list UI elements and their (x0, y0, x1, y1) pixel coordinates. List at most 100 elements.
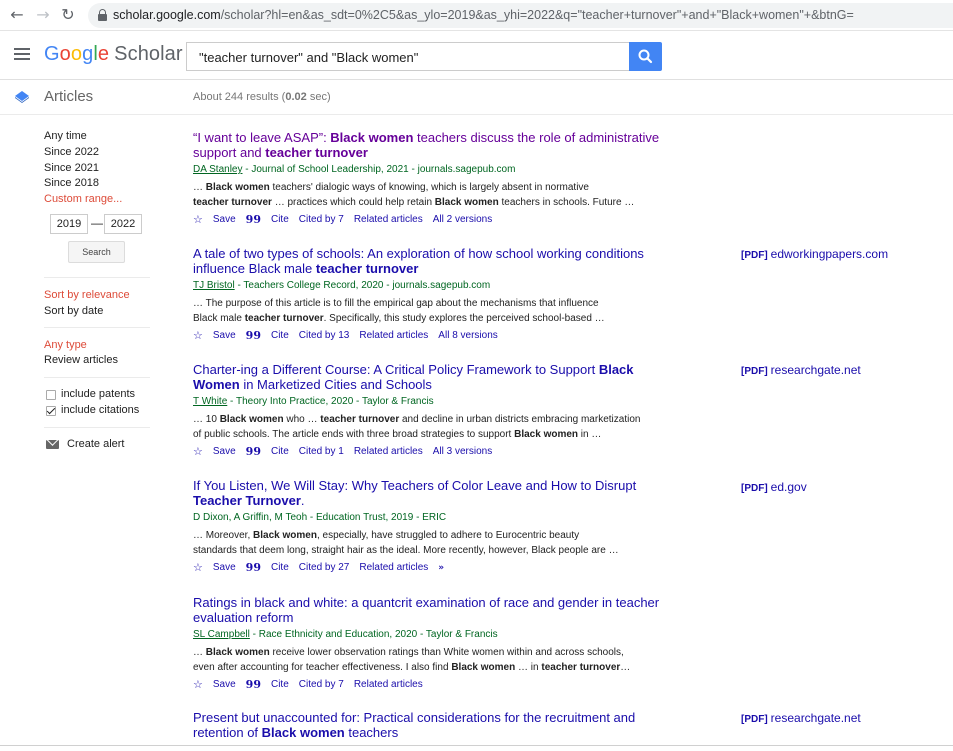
result-item: Present but unaccounted for: Practical c… (193, 710, 733, 740)
author-link[interactable]: TJ Bristol (193, 280, 235, 291)
result-title-link[interactable]: A tale of two types of schools: An explo… (193, 246, 733, 276)
text-run: “I want to leave ASAP”: (193, 130, 331, 145)
google-scholar-logo[interactable]: Google Scholar (44, 43, 183, 66)
cite-link[interactable]: 99 Cite (246, 213, 289, 226)
create-alert-link[interactable]: Create alert (67, 438, 124, 450)
highlighted-term: Black women (434, 197, 499, 208)
author-link[interactable]: DA Stanley (193, 164, 242, 175)
text-run: Charter-ing a Different Course: A Critic… (193, 362, 599, 377)
save-link[interactable]: ☆ Save (193, 213, 236, 226)
result-title-link[interactable]: “I want to leave ASAP”: Black women teac… (193, 130, 733, 160)
result-snippet: … Moreover, Black women, especially, hav… (193, 528, 733, 558)
filter-custom-range[interactable]: Custom range... (44, 193, 122, 205)
sort-by-relevance[interactable]: Sort by relevance (44, 289, 130, 301)
back-arrow-icon[interactable]: ← (8, 6, 26, 24)
url-text: scholar.google.com/scholar?hl=en&as_sdt=… (113, 8, 854, 22)
result-authors: DA Stanley - Journal of School Leadershi… (193, 164, 516, 175)
cited-by-link[interactable]: Cited by 27 (299, 562, 350, 573)
related-articles-link[interactable]: Related articles (354, 446, 423, 457)
menu-icon[interactable] (14, 48, 30, 60)
text-run: in Marketized Cities and Schools (239, 377, 432, 392)
cited-by-link[interactable]: Cited by 1 (299, 446, 344, 457)
result-title-link[interactable]: Ratings in black and white: a quantcrit … (193, 595, 733, 625)
text-run: … (193, 647, 206, 658)
highlighted-term: teacher turnover (265, 145, 368, 160)
result-title-link[interactable]: Present but unaccounted for: Practical c… (193, 710, 733, 740)
all-versions-link[interactable]: All 3 versions (433, 446, 492, 457)
text-run: … Moreover, (193, 530, 254, 541)
filter-since-2022[interactable]: Since 2022 (44, 146, 99, 158)
result-title-link[interactable]: If You Listen, We Will Stay: Why Teacher… (193, 478, 733, 508)
pdf-link[interactable]: [PDF] edworkingpapers.com (741, 247, 888, 261)
save-link[interactable]: ☆ Save (193, 329, 236, 342)
result-actions: ☆ Save 99 Cite Cited by 27 Related articles » (193, 561, 733, 574)
cite-link[interactable]: 99 Cite (246, 561, 289, 574)
reload-icon[interactable]: ↻ (59, 6, 77, 24)
result-item: “I want to leave ASAP”: Black women teac… (193, 130, 733, 226)
search-input[interactable]: "teacher turnover" and "Black women" (186, 42, 630, 71)
include-patents-checkbox[interactable] (46, 390, 56, 400)
result-snippet: … Black women receive lower observation … (193, 645, 733, 675)
highlighted-term: Black women (253, 530, 317, 541)
author-link[interactable]: SL Campbell (193, 629, 250, 640)
author-link[interactable]: T White (193, 396, 227, 407)
cited-by-link[interactable]: Cited by 7 (299, 679, 344, 690)
filter-any-type[interactable]: Any type (44, 339, 87, 351)
sidebar-divider (44, 277, 150, 278)
related-articles-link[interactable]: Related articles (359, 330, 428, 341)
more-icon[interactable]: » (438, 563, 444, 573)
result-snippet: … The purpose of this article is to fill… (193, 296, 733, 326)
filter-any-time[interactable]: Any time (44, 130, 87, 142)
text-run: teachers' dialogic ways of knowing, whic… (269, 182, 589, 193)
highlighted-term: Black women (330, 130, 414, 145)
text-run: teachers in schools. Future … (498, 197, 635, 208)
text-run: evaluation reform (193, 610, 294, 625)
pdf-tag: [PDF] (741, 483, 768, 494)
search-button[interactable] (629, 42, 662, 71)
address-bar[interactable]: scholar.google.com/scholar?hl=en&as_sdt=… (88, 3, 953, 28)
year-to-input[interactable]: 2022 (104, 214, 142, 234)
cited-by-link[interactable]: Cited by 7 (299, 214, 344, 225)
star-icon: ☆ (193, 561, 203, 574)
cite-link[interactable]: 99 Cite (246, 329, 289, 342)
result-authors: T White - Theory Into Practice, 2020 - T… (193, 396, 434, 407)
sort-by-date[interactable]: Sort by date (44, 305, 103, 317)
include-citations-label[interactable]: include citations (61, 404, 139, 416)
all-versions-link[interactable]: All 8 versions (438, 330, 497, 341)
all-versions-link[interactable]: All 2 versions (433, 214, 492, 225)
cite-link[interactable]: 99 Cite (246, 678, 289, 691)
pdf-link[interactable]: [PDF] ed.gov (741, 480, 807, 494)
filter-review-articles[interactable]: Review articles (44, 354, 118, 366)
related-articles-link[interactable]: Related articles (359, 562, 428, 573)
cite-link[interactable]: 99 Cite (246, 445, 289, 458)
save-link[interactable]: ☆ Save (193, 445, 236, 458)
related-articles-link[interactable]: Related articles (354, 679, 423, 690)
pdf-link[interactable]: [PDF] researchgate.net (741, 363, 861, 377)
filter-since-2021[interactable]: Since 2021 (44, 162, 99, 174)
star-icon: ☆ (193, 329, 203, 342)
year-from-input[interactable]: 2019 (50, 214, 88, 234)
text-run: If You Listen, We Will Stay: Why Teacher… (193, 478, 637, 493)
save-link[interactable]: ☆ Save (193, 678, 236, 691)
pdf-link[interactable]: [PDF] researchgate.net (741, 711, 861, 725)
include-citations-checkbox[interactable] (46, 406, 56, 416)
include-patents-label[interactable]: include patents (61, 388, 135, 400)
filter-since-2018[interactable]: Since 2018 (44, 177, 99, 189)
highlighted-term: Black women (261, 725, 345, 740)
cited-by-link[interactable]: Cited by 13 (299, 330, 350, 341)
related-articles-link[interactable]: Related articles (354, 214, 423, 225)
result-actions: ☆ Save 99 Cite Cited by 13 Related articles Al… (193, 329, 733, 342)
envelope-icon[interactable] (46, 440, 59, 449)
forward-arrow-icon[interactable]: → (34, 6, 52, 24)
text-run: Ratings in black and white: a quantcrit … (193, 595, 660, 610)
range-search-button[interactable]: Search (68, 241, 125, 263)
result-authors: D Dixon, A Griffin, M Teoh - Education T… (193, 512, 447, 523)
text-run: influence Black male (193, 261, 316, 276)
result-title-link[interactable]: Charter-ing a Different Course: A Critic… (193, 362, 733, 392)
highlighted-term: Black women (451, 662, 516, 673)
highlighted-term: Women (193, 377, 240, 392)
text-run: … The purpose of this article is to fill… (193, 298, 599, 309)
save-link[interactable]: ☆ Save (193, 561, 236, 574)
year-range-dash: — (91, 216, 103, 230)
result-actions: ☆ Save 99 Cite Cited by 7 Related articles (193, 678, 733, 691)
